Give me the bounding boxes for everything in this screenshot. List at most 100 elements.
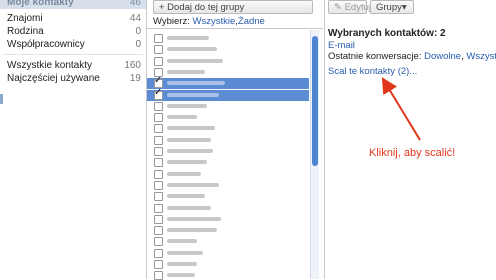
scrollbar-thumb[interactable] (312, 36, 318, 166)
sidebar-item-count: 0 (135, 39, 141, 50)
annotation-callout: Kliknij, aby scalić! (369, 147, 456, 159)
contact-list (147, 28, 323, 280)
sidebar-item-all-contacts[interactable]: Wszystkie kontakty 160 (7, 59, 141, 72)
sidebar-divider (3, 54, 143, 55)
contact-row[interactable] (147, 157, 309, 168)
left-edge-marker (0, 94, 3, 104)
contact-checkbox[interactable] (154, 214, 163, 224)
contact-name-blurred (167, 239, 197, 244)
contact-name-blurred (167, 58, 223, 63)
contact-name-blurred (167, 182, 219, 187)
contact-checkbox[interactable] (154, 45, 163, 55)
contact-row[interactable] (147, 112, 309, 123)
contact-row[interactable] (147, 214, 309, 225)
edit-button[interactable]: ✎ Edytuj (328, 0, 371, 14)
contact-checkbox[interactable] (154, 226, 163, 236)
contact-name-blurred (167, 137, 211, 142)
contact-row[interactable] (147, 259, 309, 270)
sidebar-item-count: 44 (129, 13, 141, 24)
recent-conversations-label: Ostatnie konwersacje: (328, 51, 422, 62)
email-link[interactable]: E-mail (328, 40, 355, 51)
select-label: Wybierz: (153, 16, 190, 27)
recent-all-link[interactable]: Wszystkie (466, 51, 496, 62)
contact-row[interactable] (147, 56, 309, 67)
contact-row[interactable] (147, 123, 309, 134)
contact-name-blurred (167, 273, 195, 278)
contact-row[interactable] (147, 67, 309, 78)
contact-checkbox[interactable] (154, 135, 163, 145)
contact-name-blurred (167, 262, 197, 266)
sidebar-header-my-contacts[interactable]: Moje kontakty 46 (0, 0, 146, 9)
contact-row[interactable] (147, 146, 309, 157)
contact-name-blurred (167, 149, 213, 153)
sidebar-item-znajomi[interactable]: Znajomi 44 (7, 12, 141, 25)
merge-contacts-link[interactable]: Scal te kontakty (2)... (328, 66, 417, 77)
add-to-group-button[interactable]: + Dodaj do tej grupy (153, 0, 313, 14)
contact-row[interactable] (147, 75, 309, 90)
select-bar: Wybierz: Wszystkie,Żadne (153, 16, 265, 27)
contact-checkbox[interactable] (154, 192, 163, 202)
sidebar-item-wspolpracownicy[interactable]: Współpracownicy 0 (7, 38, 141, 51)
contact-row[interactable] (147, 225, 309, 236)
contact-list-scrollbar[interactable] (310, 30, 319, 279)
recent-separator: , (461, 51, 464, 62)
contact-row[interactable] (147, 169, 309, 180)
contact-checkbox[interactable] (154, 147, 163, 156)
sidebar-item-most-used[interactable]: Najczęściej używane 19 (7, 72, 141, 85)
sidebar-header-count: 46 (129, 0, 141, 8)
sidebar-item-count: 160 (124, 60, 141, 71)
contact-name-blurred (167, 69, 205, 74)
groups-dropdown-button[interactable]: Grupy▾ (370, 0, 414, 14)
contact-name-blurred (167, 47, 217, 52)
sidebar-item-label: Znajomi (7, 13, 43, 24)
select-none-link[interactable]: Żadne (238, 16, 265, 27)
contact-checkbox[interactable] (154, 237, 163, 247)
recent-default-link[interactable]: Dowolne (424, 51, 461, 62)
sidebar-item-label: Rodzina (7, 26, 44, 37)
contact-name-blurred (167, 216, 221, 221)
contact-row[interactable] (147, 180, 309, 191)
contact-checkbox[interactable] (154, 87, 163, 100)
contact-list-pane: + Dodaj do tej grupy Wybierz: Wszystkie,… (147, 0, 323, 280)
recent-conversations: Ostatnie konwersacje: Dowolne, Wszystkie (328, 51, 496, 62)
sidebar-item-count: 19 (129, 73, 141, 84)
contact-name-blurred (167, 160, 207, 165)
contact-name-blurred (167, 250, 203, 255)
contact-checkbox[interactable] (154, 260, 163, 269)
contact-name-blurred (167, 205, 211, 210)
contact-name-blurred (167, 126, 215, 131)
contact-checkbox[interactable] (154, 101, 163, 111)
contact-name-blurred (167, 92, 219, 97)
contact-row[interactable] (147, 33, 309, 44)
contact-checkbox[interactable] (154, 34, 163, 43)
contact-name-blurred (167, 81, 225, 86)
sidebar-item-rodzina[interactable]: Rodzina 0 (7, 25, 141, 38)
sidebar-item-label: Wszystkie kontakty (7, 60, 93, 71)
contact-checkbox[interactable] (154, 124, 163, 134)
contact-row[interactable] (147, 191, 309, 202)
contacts-sidebar: Moje kontakty 46 Znajomi 44 Rodzina 0 Ws… (0, 0, 147, 279)
sidebar-item-label: Współpracownicy (7, 39, 85, 50)
contact-row[interactable] (147, 203, 309, 214)
contact-row[interactable] (147, 135, 309, 146)
contact-row[interactable] (147, 44, 309, 55)
contact-row[interactable] (147, 87, 309, 101)
contact-name-blurred (167, 36, 209, 40)
contact-checkbox[interactable] (154, 158, 163, 168)
contact-row[interactable] (147, 101, 309, 112)
contact-checkbox[interactable] (154, 169, 163, 179)
details-pane: ✎ Edytuj Grupy▾ Wybranych kontaktów: 2 E… (324, 0, 496, 279)
contact-checkbox[interactable] (154, 248, 163, 258)
select-all-link[interactable]: Wszystkie (193, 16, 236, 27)
contact-checkbox[interactable] (154, 56, 163, 66)
contact-checkbox[interactable] (154, 203, 163, 213)
contact-name-blurred (167, 171, 201, 176)
selected-count-title: Wybranych kontaktów: 2 (328, 28, 446, 39)
sidebar-item-count: 0 (135, 26, 141, 37)
contact-row[interactable] (147, 248, 309, 259)
contact-name-blurred (167, 103, 207, 108)
contact-row[interactable] (147, 236, 309, 247)
contact-checkbox[interactable] (154, 113, 163, 123)
contact-name-blurred (167, 115, 197, 120)
contact-checkbox[interactable] (154, 180, 163, 190)
